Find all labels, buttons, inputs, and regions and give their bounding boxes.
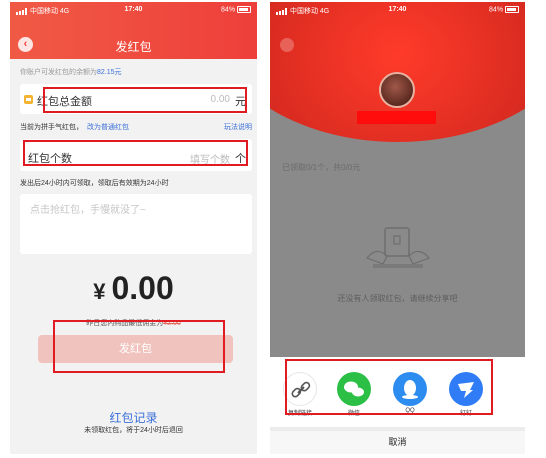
header: 中国移动 4G 17:40 84% ‹ 发红包 <box>10 2 257 59</box>
annotation-box <box>53 320 225 373</box>
status-time: 17:40 <box>388 6 407 13</box>
cancel-button[interactable]: 取消 <box>270 427 525 454</box>
status-bar: 中国移动 4G 17:40 84% <box>270 6 525 18</box>
switch-normal-link[interactable]: 改为普通红包 <box>87 124 129 131</box>
avatar <box>379 72 415 108</box>
battery-icon <box>505 6 519 13</box>
empty-state-text: 还没有人领取红包，请继续分享吧 <box>337 294 458 303</box>
annotation-box <box>285 359 493 415</box>
record-link[interactable]: 红包记录 <box>10 409 257 426</box>
dimmed-background: 中国移动 4G 17:40 84% 已领取0/1个，共0/0元 还没有人领取红包… <box>270 2 525 357</box>
battery-info: 84% <box>489 6 519 13</box>
message-input[interactable]: 点击抢红包，手慢就没了~ <box>20 194 252 254</box>
message-placeholder: 点击抢红包，手慢就没了~ <box>30 205 146 216</box>
redacted-name <box>357 111 436 124</box>
share-red-packet-screen: 中国移动 4G 17:40 84% 已领取0/1个，共0/0元 还没有人领取红包… <box>270 2 525 454</box>
annotation-box <box>23 140 248 166</box>
status-time: 17:40 <box>124 6 143 13</box>
empty-red-packet-illustration-icon <box>365 227 431 268</box>
validity-hint: 发出后24小时内可领取，领取后有效期为24小时 <box>20 180 169 187</box>
total-amount: ¥0.00 <box>10 270 257 307</box>
red-packet-icon <box>24 95 33 104</box>
back-button[interactable] <box>280 38 294 52</box>
annotation-box <box>43 87 247 113</box>
send-red-packet-screen: 中国移动 4G 17:40 84% ‹ 发红包 你账户可发红包的余额为82.15… <box>10 2 257 454</box>
balance-value: 82.15元 <box>97 69 122 76</box>
balance-text: 你账户可发红包的余额为82.15元 <box>20 69 122 76</box>
page-title: 发红包 <box>115 40 152 54</box>
status-bar: 中国移动 4G 17:40 84% <box>10 6 257 18</box>
amount-value: 0.00 <box>111 270 174 306</box>
currency-symbol: ¥ <box>93 279 106 304</box>
mode-line: 当前为拼手气红包， 改为普通红包 玩法说明 <box>20 122 252 132</box>
battery-info: 84% <box>221 6 251 13</box>
rules-link[interactable]: 玩法说明 <box>224 122 252 132</box>
battery-icon <box>237 6 251 13</box>
claim-progress: 已领取0/1个，共0/0元 <box>282 163 361 172</box>
record-note: 未领取红包，将于24小时后退回 <box>84 427 183 434</box>
screenshot: 中国移动 4G 17:40 84% ‹ 发红包 你账户可发红包的余额为82.15… <box>0 0 546 458</box>
